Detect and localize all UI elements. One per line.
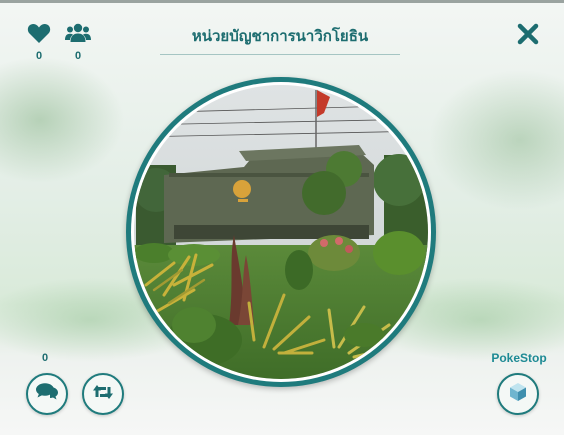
cube-icon [508, 382, 528, 407]
location-photo [134, 85, 428, 379]
share-button[interactable] [82, 373, 124, 415]
users-icon [63, 22, 93, 44]
followers-count: 0 [74, 50, 82, 62]
location-photo-frame[interactable] [126, 77, 436, 387]
top-edge-bar [0, 0, 564, 3]
comment-button[interactable] [26, 373, 68, 415]
followers-stat[interactable]: 0 [63, 22, 93, 62]
retweet-icon [92, 383, 114, 406]
likes-stat[interactable]: 0 [24, 22, 54, 62]
comment-icon [36, 382, 58, 406]
heart-icon [24, 22, 54, 44]
likes-count: 0 [35, 50, 43, 62]
close-icon [516, 23, 540, 50]
poke-stop-label: PokeStop [491, 351, 547, 365]
poke-stop-button[interactable] [497, 373, 539, 415]
close-button[interactable] [516, 22, 540, 46]
comments-count: 0 [41, 352, 49, 364]
page-title: หน่วยบัญชาการนาวิกโยธิน [160, 24, 400, 55]
